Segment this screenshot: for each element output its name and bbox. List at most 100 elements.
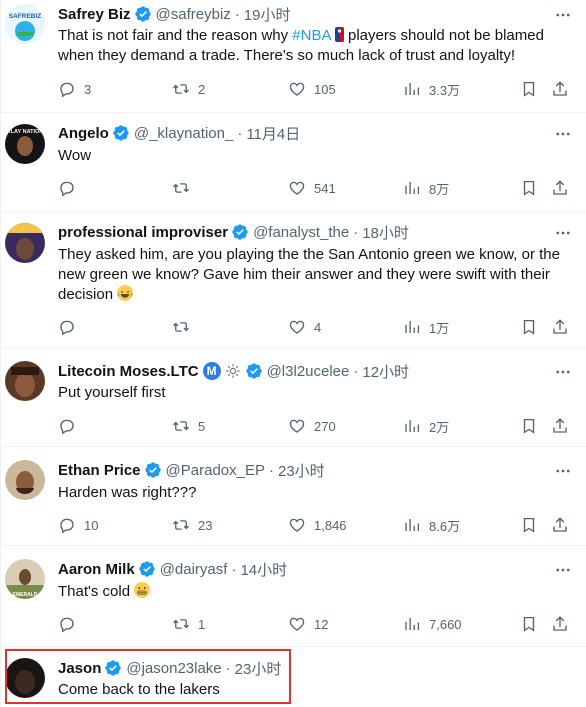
share-icon <box>553 180 567 195</box>
avatar[interactable]: SAFREBIZ <box>5 4 45 44</box>
like-button[interactable]: 12 <box>288 614 328 634</box>
user-handle[interactable]: @_klaynation_ <box>134 125 233 142</box>
share-button[interactable] <box>551 79 569 99</box>
tweet[interactable]: EMERALD Aaron Milk @dairyasf · 14小时 That… <box>1 546 586 647</box>
avatar[interactable]: KLAY NATION <box>5 124 45 164</box>
retweet-button[interactable] <box>172 178 198 198</box>
tweet-text-body: They asked him, are you playing the the … <box>58 246 560 303</box>
heart-icon <box>289 419 305 433</box>
avatar[interactable] <box>5 223 45 263</box>
views-button[interactable]: 2万 <box>403 416 449 436</box>
bookmark-button[interactable] <box>520 614 538 634</box>
tweet[interactable]: SAFREBIZ Safrey Biz @safreybiz · 19小时 Th… <box>1 0 586 113</box>
avatar-logo-text: SAFREBIZ <box>9 13 42 20</box>
separator-dot: · <box>268 461 274 479</box>
like-button[interactable]: 541 <box>288 178 336 198</box>
view-count: 8万 <box>429 181 450 197</box>
reply-button[interactable] <box>58 317 84 337</box>
views-button[interactable]: 1万 <box>403 317 449 337</box>
view-count: 8.6万 <box>429 518 461 534</box>
user-handle[interactable]: @Paradox_EP <box>166 462 265 479</box>
avatar[interactable] <box>5 460 45 500</box>
retweet-count: 23 <box>198 517 213 533</box>
more-options-icon[interactable] <box>553 5 573 25</box>
retweet-button[interactable]: 23 <box>172 515 212 535</box>
like-count: 270 <box>314 418 336 434</box>
tweet[interactable]: Ethan Price @Paradox_EP · 23小时 Harden wa… <box>1 447 586 546</box>
tweet-text: They asked him, are you playing the the … <box>58 245 571 305</box>
more-options-icon[interactable] <box>553 560 573 580</box>
separator-dot: · <box>237 124 243 142</box>
like-button[interactable]: 1,846 <box>288 515 347 535</box>
user-name[interactable]: professional improviser <box>58 224 228 241</box>
user-handle[interactable]: @fanalyst_the <box>253 224 349 241</box>
user-name[interactable]: Litecoin Moses.LTC <box>58 363 199 380</box>
reply-button[interactable]: 3 <box>58 79 91 99</box>
tweet-actions: 1 12 7,660 <box>58 614 574 634</box>
laughing-emoji-icon <box>117 285 134 301</box>
more-options-icon[interactable] <box>553 223 573 243</box>
reply-button[interactable]: 10 <box>58 515 98 535</box>
reply-button[interactable] <box>58 416 84 436</box>
share-button[interactable] <box>551 178 569 198</box>
share-button[interactable] <box>551 614 569 634</box>
share-icon <box>553 616 567 631</box>
timestamp[interactable]: 12小时 <box>362 361 409 382</box>
like-button[interactable]: 270 <box>288 416 336 436</box>
user-name[interactable]: Safrey Biz <box>58 6 131 23</box>
bar-chart-icon <box>405 321 420 333</box>
view-count: 3.3万 <box>429 82 461 98</box>
tweet[interactable]: KLAY NATION Angelo @_klaynation_ · 11月4日… <box>1 113 586 212</box>
like-count: 1,846 <box>314 517 347 533</box>
views-button[interactable]: 3.3万 <box>403 79 460 99</box>
views-button[interactable]: 8.6万 <box>403 515 460 535</box>
timestamp[interactable]: 23小时 <box>278 460 325 481</box>
hashtag-link[interactable]: #NBA <box>292 27 330 44</box>
tweet[interactable]: professional improviser @fanalyst_the · … <box>1 212 586 348</box>
user-handle[interactable]: @l3l2ucelee <box>267 363 350 380</box>
retweet-button[interactable] <box>172 317 198 337</box>
separator-dot: · <box>234 5 240 23</box>
avatar-logo-text: KLAY NATION <box>7 129 44 135</box>
views-button[interactable]: 7,660 <box>403 614 462 634</box>
timestamp[interactable]: 14小时 <box>240 559 287 580</box>
more-options-icon[interactable] <box>553 362 573 382</box>
bookmark-button[interactable] <box>520 515 538 535</box>
share-button[interactable] <box>551 416 569 436</box>
tweet[interactable]: Litecoin Moses.LTC M @l3l2ucelee · 12小时 … <box>1 348 586 447</box>
timestamp[interactable]: 11月4日 <box>246 123 300 144</box>
retweet-button[interactable]: 2 <box>172 79 205 99</box>
user-name[interactable]: Ethan Price <box>58 462 141 479</box>
share-icon <box>553 319 567 334</box>
bookmark-icon <box>523 180 535 196</box>
highlight-box <box>5 649 291 704</box>
view-count: 7,660 <box>429 616 462 632</box>
timestamp[interactable]: 19小时 <box>244 4 291 25</box>
reply-button[interactable] <box>58 614 84 634</box>
retweet-button[interactable]: 5 <box>172 416 205 436</box>
share-button[interactable] <box>551 515 569 535</box>
timestamp[interactable]: 18小时 <box>362 222 409 243</box>
user-name[interactable]: Aaron Milk <box>58 561 135 578</box>
verified-badge-icon <box>144 461 162 479</box>
user-handle[interactable]: @dairyasf <box>160 561 228 578</box>
tweet-text: Put yourself first <box>58 384 166 401</box>
retweet-icon <box>173 421 189 431</box>
bookmark-button[interactable] <box>520 178 538 198</box>
more-options-icon[interactable] <box>553 124 573 144</box>
like-button[interactable]: 105 <box>288 79 336 99</box>
avatar[interactable] <box>5 361 45 401</box>
reply-button[interactable] <box>58 178 84 198</box>
views-button[interactable]: 8万 <box>403 178 449 198</box>
like-button[interactable]: 4 <box>288 317 321 337</box>
bookmark-button[interactable] <box>520 317 538 337</box>
user-handle[interactable]: @safreybiz <box>156 6 231 23</box>
m-logo-badge: M <box>202 362 221 380</box>
bookmark-button[interactable] <box>520 79 538 99</box>
avatar[interactable]: EMERALD <box>5 559 45 599</box>
more-options-icon[interactable] <box>553 461 573 481</box>
bookmark-button[interactable] <box>520 416 538 436</box>
share-button[interactable] <box>551 317 569 337</box>
user-name[interactable]: Angelo <box>58 125 109 142</box>
retweet-button[interactable]: 1 <box>172 614 205 634</box>
